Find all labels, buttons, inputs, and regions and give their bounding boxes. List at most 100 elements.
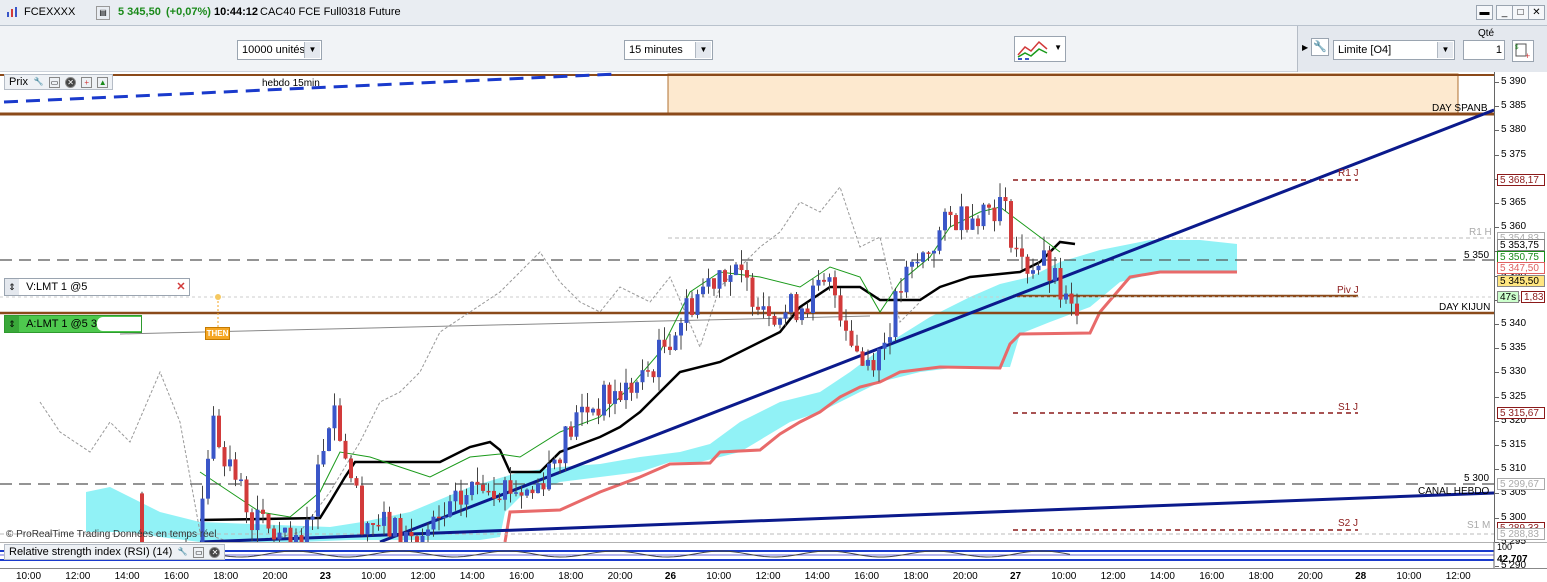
price-axis[interactable]: 5 3905 3855 3805 3755 3705 3655 3605 355…: [1494, 72, 1547, 571]
order-ticket-icon[interactable]: + $: [1512, 40, 1534, 62]
sell-order-line[interactable]: ⇕ V:LMT 1 @5 ✕: [4, 278, 190, 296]
cancel-order-icon[interactable]: ✕: [173, 279, 189, 295]
candle-body: [855, 345, 859, 352]
candle-body: [464, 495, 469, 505]
candle-body: [217, 415, 221, 448]
candle-body: [393, 517, 397, 537]
candle-body: [629, 382, 634, 393]
title-bar: FCEXXXX ▤ 5 345,50 (+0,07%) 10:44:12 CAC…: [0, 0, 1547, 26]
candle-body: [376, 524, 381, 527]
candle-body: [926, 252, 931, 254]
time-tick-label: 12:00: [1100, 571, 1126, 582]
candle-body: [1014, 247, 1019, 250]
copyright-notice: © ProRealTime Trading Données en temps r…: [6, 529, 217, 540]
time-tick-label: 14:00: [114, 571, 140, 582]
candle-body: [431, 516, 436, 530]
candle-body: [563, 426, 568, 464]
candle-body: [305, 519, 309, 542]
timeframe-select[interactable]: 15 minutes ▼: [624, 40, 713, 60]
candle-body: [1047, 250, 1052, 281]
price-chart[interactable]: [0, 72, 1494, 542]
time-tick-label: 16:00: [163, 571, 189, 582]
rsi-header: Relative strength index (RSI) (14) 🔧 ▭ ✕: [4, 544, 226, 560]
level-5350: 5 350: [1464, 250, 1490, 261]
quantity-input[interactable]: [1463, 40, 1505, 60]
candle-body: [844, 320, 848, 331]
buy-order-line[interactable]: ⇕ A:LMT 1 @5 3: [4, 315, 142, 333]
close-icon[interactable]: ✕: [1528, 5, 1545, 20]
chart-icon[interactable]: [6, 6, 18, 21]
candle-body: [470, 481, 474, 496]
window-icon[interactable]: ▭: [49, 76, 61, 88]
candle-body: [992, 207, 997, 222]
drag-handle-icon[interactable]: ⇕: [5, 316, 19, 332]
time-tick-label: 10:00: [706, 571, 732, 582]
candle-body: [833, 277, 837, 296]
candle-body: [662, 339, 667, 347]
wrench-icon[interactable]: 🔧: [1311, 38, 1329, 56]
window-menu-icon[interactable]: ▬: [1476, 5, 1493, 20]
level-5300: 5 300: [1464, 473, 1490, 484]
window-icon[interactable]: ▭: [193, 546, 205, 558]
symbol-settings-icon[interactable]: ▤: [96, 6, 110, 20]
candle-body: [448, 501, 452, 517]
candle-body: [893, 291, 898, 338]
candle-body: [536, 483, 540, 494]
then-badge[interactable]: THEN: [205, 327, 230, 340]
units-select[interactable]: 10000 unités ▼: [237, 40, 322, 60]
candle-body: [800, 308, 804, 321]
candle-body: [866, 360, 870, 366]
maximize-icon[interactable]: □: [1512, 5, 1529, 20]
candle-body: [233, 459, 238, 480]
candle-body: [530, 489, 535, 494]
close-icon[interactable]: ✕: [209, 546, 221, 558]
candle-body: [635, 382, 639, 393]
chevron-down-icon: ▼: [1437, 42, 1453, 58]
candle-body: [382, 511, 386, 526]
candle-body: [261, 509, 265, 514]
price-tag: 5 368,17: [1497, 174, 1545, 186]
candle-body: [877, 348, 881, 371]
indicators-button[interactable]: ▼: [1014, 36, 1066, 62]
wrench-icon[interactable]: 🔧: [177, 547, 188, 558]
time-tick-label: 12:00: [755, 571, 781, 582]
time-tick-label: 20:00: [607, 571, 633, 582]
time-axis[interactable]: 10:00 12:00 14:00 16:00 18:00 20:00 23 10:00 12:…: [0, 568, 1547, 582]
add-indicator-icon[interactable]: +: [81, 76, 93, 88]
symbol-label[interactable]: FCEXXXX: [24, 6, 75, 18]
candle-body: [882, 342, 887, 349]
candle-body: [1064, 293, 1068, 300]
time-tick-label: 12:00: [1445, 571, 1471, 582]
expand-arrow-icon[interactable]: ▶: [1302, 43, 1308, 52]
minimize-icon[interactable]: _: [1496, 5, 1513, 20]
price-tick-mark: [1495, 396, 1499, 398]
candle-body: [767, 306, 771, 316]
candle-body: [398, 517, 403, 542]
time-tick-label: 10:00: [361, 571, 387, 582]
price-tag: 5 288,83: [1497, 528, 1545, 540]
candle-body: [239, 479, 243, 482]
wrench-icon[interactable]: 🔧: [33, 77, 44, 88]
level-day-kijun: DAY KIJUN: [1439, 302, 1491, 313]
close-icon[interactable]: ✕: [65, 76, 77, 88]
level-s1m: S1 M: [1467, 520, 1491, 531]
candle-body: [640, 370, 645, 383]
move-up-icon[interactable]: ▲: [97, 76, 109, 88]
candle-body: [1031, 270, 1035, 274]
price-tag: 5 315,67: [1497, 407, 1545, 419]
order-type-select[interactable]: Limite [O4] ▼: [1333, 40, 1455, 60]
candle-body: [206, 458, 210, 499]
price-tick-mark: [1495, 227, 1499, 229]
drag-handle-icon[interactable]: ⇕: [5, 279, 19, 295]
price-chart-panel[interactable]: [0, 72, 1494, 542]
rsi-panel[interactable]: Relative strength index (RSI) (14) 🔧 ▭ ✕…: [0, 541, 1547, 568]
time-tick-label: 10:00: [16, 571, 42, 582]
candle-body: [580, 406, 584, 413]
time-tick-label: 20:00: [262, 571, 288, 582]
candle-body: [1075, 303, 1079, 316]
candle-body: [998, 197, 1002, 222]
candle-body: [525, 489, 529, 496]
candle-body: [899, 291, 903, 293]
candle-body: [1003, 197, 1008, 202]
candle-body: [789, 294, 793, 313]
